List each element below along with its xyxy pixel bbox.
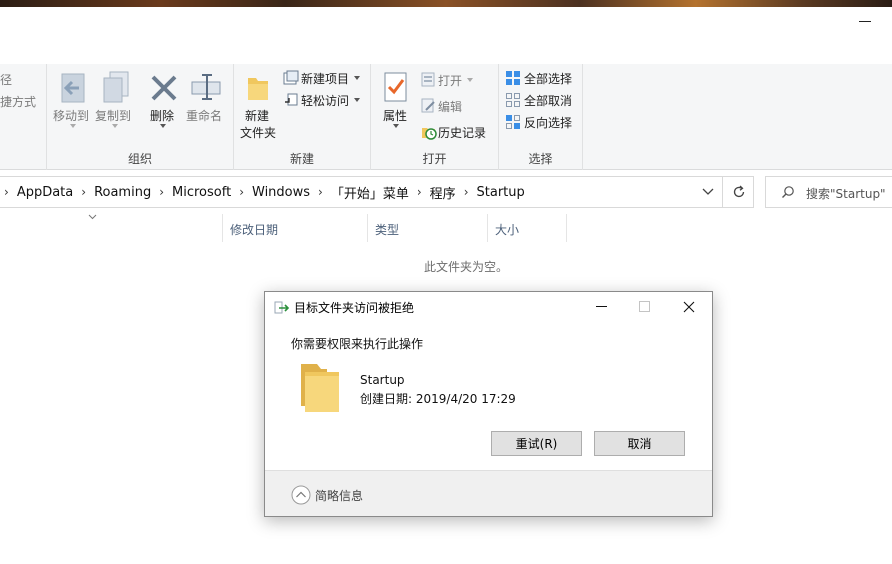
breadcrumb-separator[interactable]: › bbox=[155, 185, 168, 199]
folder-icon bbox=[301, 364, 339, 412]
breadcrumb-separator[interactable]: › bbox=[460, 185, 473, 199]
edit-label: 编辑 bbox=[438, 100, 463, 114]
breadcrumb-appdata[interactable]: AppData bbox=[13, 185, 77, 200]
history-label: 历史记录 bbox=[438, 126, 487, 140]
ribbon-group-select: 全部选择 全部取消 反向选择 选择 bbox=[499, 64, 583, 170]
minimize-icon[interactable] bbox=[859, 21, 871, 22]
close-icon bbox=[683, 301, 695, 313]
details-toggle-label: 简略信息 bbox=[315, 489, 364, 503]
ribbon-group-organize: 移动到 复制到 删除 重命名 组织 bbox=[47, 64, 234, 170]
column-header-type[interactable]: 类型 bbox=[367, 214, 487, 242]
select-none-icon bbox=[506, 93, 520, 107]
copy-to-icon bbox=[103, 71, 129, 103]
properties-label: 属性 bbox=[383, 109, 408, 123]
breadcrumb-separator[interactable]: › bbox=[0, 185, 13, 199]
new-item-icon bbox=[283, 70, 299, 85]
select-all-label: 全部选择 bbox=[524, 72, 573, 86]
move-to-label: 移动到 bbox=[53, 109, 90, 123]
explorer-titlebar bbox=[0, 7, 892, 64]
access-denied-dialog: 目标文件夹访问被拒绝 你需要权限来执行此操作 Startup 创建日期: 201… bbox=[264, 291, 713, 517]
ribbon-path-label[interactable]: 径 bbox=[0, 71, 12, 88]
select-none-label: 全部取消 bbox=[524, 94, 573, 108]
copy-to-label: 复制到 bbox=[95, 109, 132, 123]
breadcrumb-separator[interactable]: › bbox=[413, 185, 426, 199]
dialog-folder-created: 创建日期: 2019/4/20 17:29 bbox=[360, 392, 516, 406]
new-item-dropdown-icon bbox=[354, 76, 360, 80]
open-icon bbox=[421, 72, 435, 87]
breadcrumb-separator[interactable]: › bbox=[77, 185, 90, 199]
ribbon-group-open: 属性 打开 编辑 历史记录 打开 bbox=[371, 64, 499, 170]
breadcrumb-windows[interactable]: Windows bbox=[248, 185, 314, 200]
delete-icon bbox=[151, 75, 177, 101]
properties-icon bbox=[384, 72, 407, 102]
sort-indicator-icon bbox=[88, 214, 97, 220]
refresh-button[interactable] bbox=[722, 177, 753, 207]
organize-group-label: 组织 bbox=[127, 152, 152, 166]
ribbon-group-clipboard: 径 捷方式 bbox=[0, 64, 47, 170]
desktop-background bbox=[0, 0, 892, 7]
breadcrumb: › AppData › Roaming › Microsoft › Window… bbox=[0, 177, 529, 207]
search-box[interactable]: 搜索"Startup" bbox=[765, 176, 892, 208]
ribbon: 径 捷方式 移动到 复制到 删除 重命名 组织 新建 文件夹 新建项目 轻松访问… bbox=[0, 64, 892, 170]
empty-folder-message: 此文件夹为空。 bbox=[424, 260, 509, 274]
open-label: 打开 bbox=[438, 74, 463, 88]
dialog-minimize-button[interactable] bbox=[578, 292, 624, 322]
dialog-folder-name: Startup bbox=[360, 373, 405, 387]
breadcrumb-start-menu[interactable]: 「开始」菜单 bbox=[327, 183, 413, 202]
minimize-icon bbox=[596, 306, 607, 307]
breadcrumb-roaming[interactable]: Roaming bbox=[90, 185, 155, 200]
history-icon bbox=[422, 128, 437, 140]
column-header-modified[interactable]: 修改日期 bbox=[222, 214, 367, 242]
breadcrumb-separator[interactable]: › bbox=[314, 185, 327, 199]
dialog-close-button[interactable] bbox=[666, 292, 712, 322]
move-to-icon bbox=[61, 73, 85, 103]
address-bar[interactable]: › AppData › Roaming › Microsoft › Window… bbox=[0, 176, 754, 208]
delete-label: 删除 bbox=[150, 109, 175, 123]
breadcrumb-programs[interactable]: 程序 bbox=[426, 183, 460, 202]
properties-dropdown-icon bbox=[393, 124, 399, 128]
easy-access-dropdown-icon bbox=[354, 98, 360, 102]
breadcrumb-separator[interactable]: › bbox=[235, 185, 248, 199]
search-icon bbox=[782, 186, 794, 198]
chevron-down-icon bbox=[702, 188, 714, 195]
new-folder-icon bbox=[248, 78, 268, 100]
retry-button[interactable]: 重试(R) bbox=[491, 431, 582, 456]
ribbon-group-new: 新建 文件夹 新建项目 轻松访问 新建 bbox=[234, 64, 371, 170]
new-folder-label-line1: 新建 bbox=[245, 109, 270, 123]
new-item-label: 新建项目 bbox=[301, 72, 350, 86]
column-header-size[interactable]: 大小 bbox=[487, 214, 567, 242]
breadcrumb-microsoft[interactable]: Microsoft bbox=[168, 185, 235, 200]
rename-icon bbox=[191, 74, 221, 100]
chevron-up-circle-icon bbox=[291, 485, 311, 505]
delete-dropdown-icon bbox=[160, 124, 166, 128]
open-group-label: 打开 bbox=[422, 152, 447, 166]
select-all-icon bbox=[506, 71, 520, 85]
cancel-button[interactable]: 取消 bbox=[594, 431, 685, 456]
open-dropdown-icon bbox=[467, 78, 473, 82]
select-group-label: 选择 bbox=[528, 152, 553, 166]
invert-selection-icon bbox=[506, 115, 520, 129]
file-move-icon bbox=[274, 301, 290, 314]
refresh-icon bbox=[733, 185, 745, 198]
maximize-icon bbox=[639, 301, 650, 312]
address-history-button[interactable] bbox=[696, 177, 720, 207]
move-to-dropdown-icon bbox=[70, 124, 76, 128]
easy-access-label: 轻松访问 bbox=[301, 94, 350, 108]
rename-label: 重命名 bbox=[186, 109, 223, 123]
edit-icon bbox=[421, 98, 435, 113]
dialog-maximize-button bbox=[621, 292, 667, 322]
dialog-title: 目标文件夹访问被拒绝 bbox=[294, 301, 415, 315]
new-folder-label-line2: 文件夹 bbox=[240, 126, 277, 140]
easy-access-icon bbox=[285, 93, 298, 106]
new-group-label: 新建 bbox=[289, 152, 314, 166]
dialog-footer: 简略信息 bbox=[265, 470, 712, 516]
dialog-message: 你需要权限来执行此操作 bbox=[291, 337, 424, 351]
copy-to-dropdown-icon bbox=[112, 124, 118, 128]
search-input[interactable]: 搜索"Startup" bbox=[806, 185, 886, 202]
ribbon-shortcut-label[interactable]: 捷方式 bbox=[0, 93, 36, 110]
invert-selection-label: 反向选择 bbox=[524, 116, 573, 130]
breadcrumb-startup[interactable]: Startup bbox=[473, 185, 529, 200]
